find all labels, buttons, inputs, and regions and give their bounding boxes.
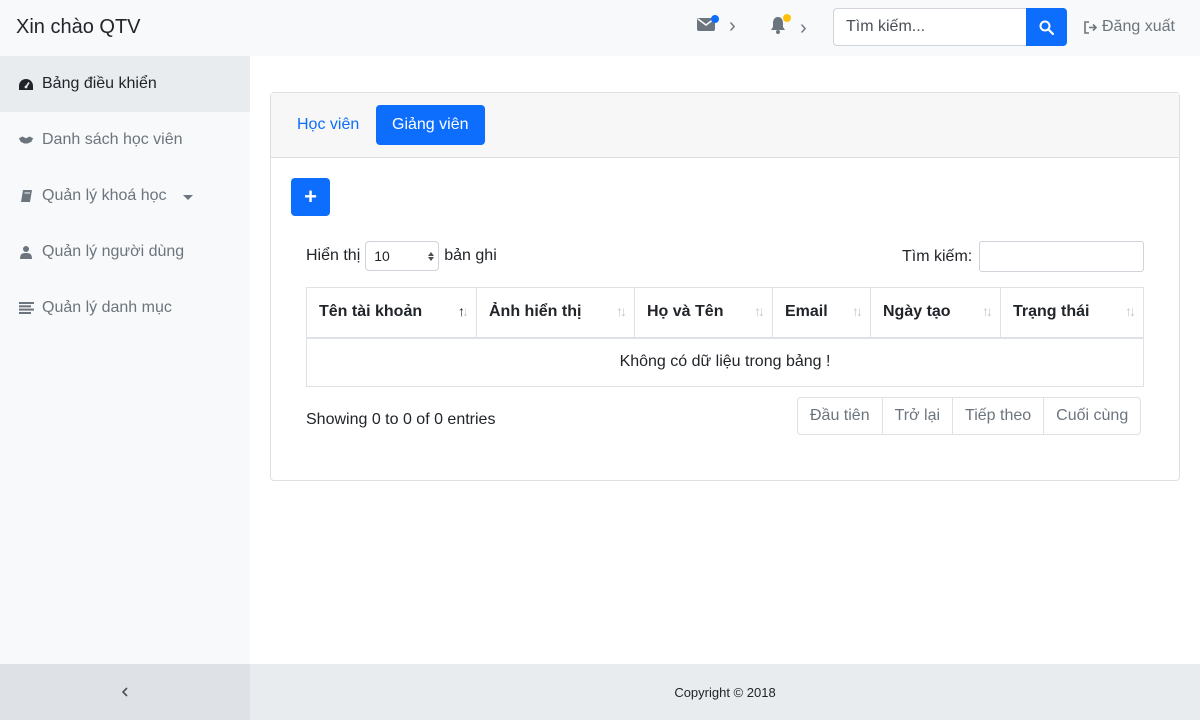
- column-header-created-date[interactable]: Ngày tạo ↑↓: [870, 287, 1001, 339]
- page-length-value: 10: [374, 248, 390, 264]
- sort-icon: ↑↓: [754, 303, 765, 319]
- greeting-title: Xin chào QTV: [16, 16, 141, 38]
- page-first-button[interactable]: Đầu tiên: [798, 398, 882, 434]
- pagination: Đầu tiên Trở lại Tiếp theo Cuối cùng: [797, 397, 1142, 435]
- chevron-right-icon: ›: [729, 15, 736, 37]
- logout-link[interactable]: Đăng xuất: [1084, 18, 1175, 36]
- card-header: Học viên Giảng viên: [271, 93, 1179, 158]
- sort-icon: ↑↓: [852, 303, 863, 319]
- sign-out-icon: [1084, 20, 1098, 34]
- tab-students[interactable]: Học viên: [281, 105, 375, 145]
- search-icon: [1039, 20, 1054, 35]
- chevron-left-icon: [121, 687, 128, 697]
- empty-table-message: Không có dữ liệu trong bảng !: [306, 337, 1144, 387]
- notifications-menu[interactable]: ›: [770, 14, 807, 39]
- bell-icon: [770, 14, 791, 39]
- instructor-table: Tên tài khoản ↑↓ Ảnh hiển thị ↑↓ Họ và Tên…: [306, 287, 1144, 387]
- instructor-card: Học viên Giảng viên + Hiển thị 10 bản gh…: [270, 92, 1180, 481]
- sidebar-item-dashboard[interactable]: Bảng điều khiển: [0, 56, 250, 112]
- search-input[interactable]: [833, 8, 1026, 46]
- tab-instructors[interactable]: Giảng viên: [376, 105, 485, 145]
- column-header-username[interactable]: Tên tài khoản ↑↓: [306, 287, 477, 339]
- sidebar-toggle[interactable]: [0, 664, 250, 720]
- select-arrows-icon: [428, 251, 435, 261]
- book-icon: [18, 188, 34, 204]
- logout-label: Đăng xuất: [1102, 18, 1175, 35]
- chevron-right-icon: ›: [800, 16, 807, 39]
- table-info: Showing 0 to 0 of 0 entries: [306, 411, 496, 428]
- add-button[interactable]: +: [291, 178, 330, 216]
- column-header-status[interactable]: Trạng thái ↑↓: [1000, 287, 1144, 339]
- show-label: Hiển thị: [306, 247, 361, 264]
- records-label: bản ghi: [444, 247, 497, 264]
- sidebar-item-course-management[interactable]: Quản lý khoá học: [0, 168, 250, 224]
- sidebar-item-label: Bảng điều khiển: [42, 75, 157, 92]
- list-icon: [18, 300, 34, 316]
- sidebar: Bảng điều khiển Danh sách học viên Quản …: [0, 56, 250, 664]
- table-row: Không có dữ liệu trong bảng !: [306, 337, 1144, 387]
- envelope-icon: [697, 14, 719, 36]
- page-length-select[interactable]: 10: [365, 241, 440, 271]
- user-icon: [18, 244, 34, 260]
- filter-label: Tìm kiếm:: [902, 247, 973, 265]
- sidebar-item-label: Danh sách học viên: [42, 131, 183, 148]
- search-button[interactable]: [1026, 8, 1067, 46]
- column-header-avatar[interactable]: Ảnh hiển thị ↑↓: [476, 287, 635, 339]
- column-header-email[interactable]: Email ↑↓: [772, 287, 871, 339]
- page-length-control: Hiển thị 10 bản ghi: [306, 241, 497, 271]
- sidebar-item-category-management[interactable]: Quản lý danh mục: [0, 280, 250, 336]
- sidebar-item-user-management[interactable]: Quản lý người dùng: [0, 224, 250, 280]
- sort-icon: ↑↓: [982, 303, 993, 319]
- mail-notification-dot: [711, 14, 719, 23]
- bell-notification-dot: [783, 14, 791, 22]
- sidebar-item-label: Quản lý khoá học: [42, 187, 167, 204]
- table-search-input[interactable]: [979, 241, 1145, 272]
- top-search: [833, 8, 1067, 46]
- top-navbar: Xin chào QTV › › Đăng xuất: [0, 0, 1200, 56]
- caret-down-icon: [182, 195, 193, 200]
- table-header-row: Tên tài khoản ↑↓ Ảnh hiển thị ↑↓ Họ và Tên…: [306, 287, 1144, 339]
- messages-menu[interactable]: ›: [697, 14, 736, 37]
- sort-asc-icon: ↑↓: [458, 303, 469, 319]
- table-filter: Tìm kiếm:: [902, 241, 1145, 272]
- page-last-button[interactable]: Cuối cùng: [1043, 398, 1140, 434]
- sidebar-item-student-list[interactable]: Danh sách học viên: [0, 112, 250, 168]
- footer: Copyright © 2018: [250, 664, 1200, 720]
- page-previous-button[interactable]: Trở lại: [881, 398, 952, 434]
- sort-icon: ↑↓: [1125, 303, 1136, 319]
- handshake-icon: [18, 132, 34, 148]
- page-next-button[interactable]: Tiếp theo: [952, 398, 1043, 434]
- sort-icon: ↑↓: [616, 303, 627, 319]
- copyright-text: Copyright © 2018: [674, 684, 776, 700]
- sidebar-item-label: Quản lý danh mục: [42, 299, 172, 316]
- dashboard-icon: [18, 76, 34, 92]
- column-header-fullname[interactable]: Họ và Tên ↑↓: [634, 287, 773, 339]
- sidebar-item-label: Quản lý người dùng: [42, 243, 185, 260]
